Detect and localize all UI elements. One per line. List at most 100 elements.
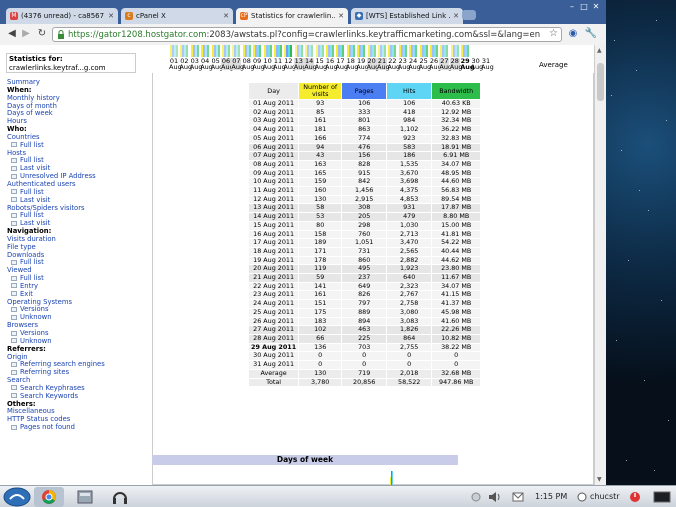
days-of-month-chart: 01 Aug 02 Aug 03 Aug 04 Aug 05 Aug 06 Aug 07 Aug 08 Aug… (169, 45, 550, 71)
close-icon[interactable]: ✕ (453, 12, 459, 20)
lock-icon (58, 30, 64, 39)
star (661, 300, 662, 301)
file-manager-icon[interactable] (76, 487, 94, 507)
table-cell: 59 (299, 273, 342, 282)
day-month: Aug (470, 63, 484, 71)
tab-gmail[interactable]: M (4376 unread) - ca8567 … ✕ (6, 8, 118, 24)
table-cell: 189 (299, 239, 342, 247)
table-cell: 18.91 MB (432, 143, 481, 152)
list-icon (11, 157, 17, 163)
info-icon[interactable] (470, 487, 482, 507)
table-cell: 2,915 (342, 195, 387, 204)
day-month: Aug (252, 63, 265, 71)
start-menu-icon[interactable] (2, 487, 32, 507)
back-icon[interactable]: ◀ (6, 28, 18, 40)
table-cell: 2,323 (387, 282, 432, 291)
days-of-week-title: Days of week (152, 455, 458, 465)
user-icon[interactable] (576, 487, 588, 507)
mail-icon[interactable] (512, 487, 524, 507)
minimize-icon[interactable]: – (566, 2, 578, 12)
close-icon[interactable]: ✕ (108, 12, 114, 20)
stats-for-box: Statistics for: crawlerlinks.keytraf...g… (6, 53, 136, 73)
star (614, 40, 615, 41)
table-cell: 237 (342, 273, 387, 282)
tab-label: (4376 unread) - ca8567 … (21, 12, 106, 20)
show-desktop-icon[interactable] (652, 487, 672, 507)
browser-toolbar: ◀ ▶ ↻ https://gator1208.hostgator.com:20… (0, 24, 606, 46)
nav-label: Exit (20, 289, 33, 298)
tab-statistics[interactable]: cP Statistics for crawlerlin… ✕ (236, 8, 348, 24)
nav-item[interactable]: Pages not found (7, 423, 147, 432)
user-name[interactable]: chucstr (590, 492, 620, 501)
table-cell: 308 (342, 204, 387, 213)
headphones-icon[interactable] (110, 487, 130, 507)
tab-cpanel[interactable]: c cPanel X ✕ (121, 8, 233, 24)
chrome-taskbar-icon[interactable] (34, 487, 64, 507)
scroll-up-icon[interactable]: ▲ (597, 47, 602, 54)
nav-item[interactable]: Days of week (7, 109, 147, 118)
day-month: Aug (200, 63, 213, 71)
star (656, 20, 657, 21)
power-icon[interactable] (628, 487, 642, 507)
table-cell: 3,080 (387, 308, 432, 317)
table-cell: 0 (342, 352, 387, 361)
close-icon[interactable]: ✕ (338, 12, 344, 20)
day-label: 29 Aug (460, 58, 474, 71)
list-icon (11, 173, 17, 179)
day-label: 05 Aug (210, 58, 224, 71)
table-cell: 56.83 MB (432, 186, 481, 195)
scrollbar-thumb[interactable] (597, 63, 604, 101)
table-cell: 22.26 MB (432, 326, 481, 334)
close-icon[interactable]: ✕ (223, 12, 229, 20)
new-tab-button[interactable] (462, 10, 476, 20)
nav-item[interactable]: Full list (7, 141, 147, 150)
volume-icon[interactable] (488, 487, 502, 507)
table-cell: 41.60 MB (432, 317, 481, 326)
bookmark-star-icon[interactable]: ☆ (549, 28, 558, 39)
table-cell: 166 (299, 134, 342, 143)
close-window-icon[interactable]: ✕ (590, 2, 602, 12)
table-cell: 31 Aug 2011 (249, 360, 299, 369)
extension-icon[interactable]: ◉ (566, 27, 580, 41)
scroll-down-icon[interactable]: ▼ (597, 476, 602, 483)
day-bar (404, 45, 407, 57)
header-day: Day (249, 83, 299, 99)
stats-for-label: Statistics for: (9, 55, 63, 63)
forward-icon[interactable]: ▶ (20, 28, 32, 40)
day-month: Aug (481, 63, 494, 71)
nav-label: File type (7, 242, 36, 251)
table-row: 19 Aug 2011 178 860 2,882 44.62 MB (249, 256, 481, 265)
table-cell: 136 (299, 343, 342, 352)
table-cell: 463 (342, 326, 387, 334)
star (611, 95, 612, 96)
day-bar (321, 45, 324, 57)
day-month: Aug (273, 63, 286, 71)
table-cell: 16 Aug 2011 (249, 230, 299, 239)
table-row: 31 Aug 2011 0 0 0 0 (249, 360, 481, 369)
tab-forum[interactable]: ◆ [WTS] Established Link … ✕ (351, 8, 463, 24)
table-cell: 1,826 (387, 326, 432, 334)
list-icon (11, 424, 17, 430)
table-cell: 32.34 MB (432, 117, 481, 126)
clock[interactable]: 1:15 PM (535, 492, 567, 501)
maximize-icon[interactable]: □ (578, 2, 590, 12)
list-icon (11, 142, 17, 148)
average-row: Average 130 719 2,018 32.68 MB (249, 369, 481, 378)
table-cell: 3,083 (387, 317, 432, 326)
address-bar[interactable]: https://gator1208.hostgator.com:2083/aws… (52, 27, 562, 42)
table-cell: 0 (387, 352, 432, 361)
table-cell: 0 (299, 360, 342, 369)
day-month: Aug (179, 63, 193, 71)
reload-icon[interactable]: ↻ (36, 28, 48, 40)
list-icon (11, 275, 17, 281)
table-cell: 10 Aug 2011 (249, 178, 299, 187)
list-icon (11, 314, 17, 320)
day-bar (176, 45, 178, 57)
table-cell: 29 Aug 2011 (249, 342, 299, 352)
wrench-icon[interactable]: 🔧 (584, 27, 598, 41)
nav-item[interactable]: Hours (7, 117, 147, 126)
vertical-scrollbar[interactable]: ▲ ▼ (594, 45, 606, 485)
day-month: Aug (231, 63, 245, 71)
day-month: Aug (210, 63, 224, 71)
table-cell: 2,767 (387, 291, 432, 300)
